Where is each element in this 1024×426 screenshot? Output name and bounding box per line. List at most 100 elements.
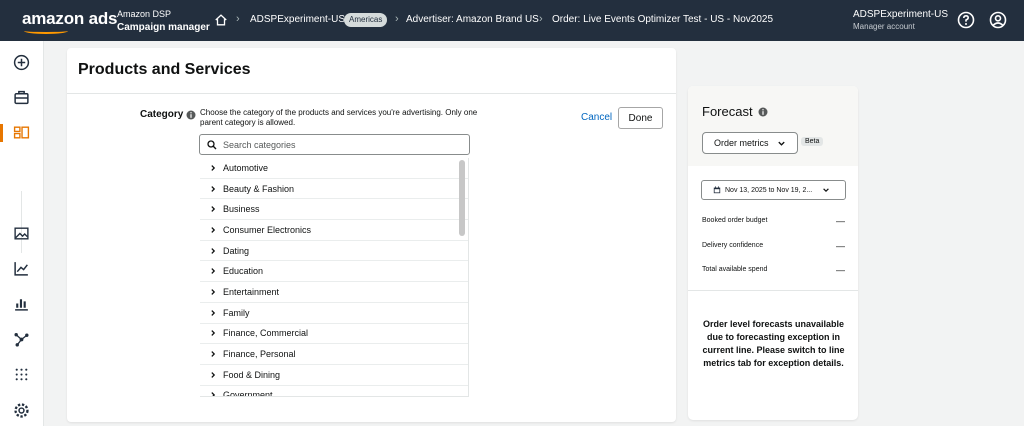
breadcrumb-separator: › <box>236 13 240 25</box>
settings-icon[interactable] <box>13 402 30 419</box>
help-icon[interactable] <box>957 11 975 29</box>
category-label: Category <box>140 109 184 120</box>
forecast-info-icon[interactable] <box>758 107 768 117</box>
chevron-down-icon <box>777 141 785 146</box>
account-name: ADSPExperiment-US <box>853 9 949 20</box>
left-sidebar <box>0 41 44 426</box>
chevron-right-icon <box>211 268 216 275</box>
nav-divider <box>21 191 22 253</box>
category-list-item[interactable]: Family <box>200 303 468 324</box>
logo-smile <box>24 28 68 34</box>
category-item-label: Education <box>223 266 264 277</box>
search-icon <box>207 139 217 149</box>
breadcrumb-order[interactable]: Order: Live Events Optimizer Test - US -… <box>552 14 773 25</box>
category-item-label: Beauty & Fashion <box>223 183 295 194</box>
category-list: Automotive Beauty & Fashion Business Consum… <box>200 158 469 397</box>
breadcrumb-separator: › <box>395 13 399 25</box>
category-list-item[interactable]: Business <box>200 199 468 221</box>
cancel-link[interactable]: Cancel <box>581 112 612 123</box>
forecast-unavailable-message: Order level forecasts unavailable due to… <box>702 319 845 368</box>
date-range-label: Nov 13, 2025 to Nov 19, 2... <box>725 186 813 194</box>
order-metrics-dropdown[interactable]: Order metrics <box>702 132 798 154</box>
chevron-down-icon <box>823 188 829 193</box>
plus-circle-icon[interactable] <box>13 54 30 71</box>
category-list-item[interactable]: Government <box>200 386 468 397</box>
campaign-icon[interactable] <box>13 124 30 141</box>
metric-label: Booked order budget <box>702 217 768 224</box>
metric-value: — <box>836 241 845 251</box>
metric-value: — <box>836 216 845 226</box>
category-item-label: Government <box>223 390 273 397</box>
search-input[interactable] <box>223 139 453 150</box>
category-item-label: Business <box>223 204 260 215</box>
category-list-item[interactable]: Education <box>200 261 468 283</box>
chevron-right-icon <box>211 206 216 213</box>
category-list-item[interactable]: Finance, Commercial <box>200 324 468 345</box>
category-list-item[interactable]: Entertainment <box>200 282 468 303</box>
forecast-title: Forecast <box>702 104 753 119</box>
metric-label: Total available spend <box>702 266 768 273</box>
chevron-right-icon <box>211 371 216 378</box>
briefcase-icon[interactable] <box>13 89 30 106</box>
image-icon[interactable] <box>13 225 30 242</box>
chevron-right-icon <box>211 392 216 396</box>
grid-icon[interactable] <box>13 366 30 383</box>
order-metrics-label: Order metrics <box>714 138 769 148</box>
metric-delivery-confidence: Delivery confidence — <box>702 241 847 251</box>
done-button[interactable]: Done <box>618 107 663 129</box>
product-name: Amazon DSP Campaign manager <box>117 7 210 35</box>
chevron-right-icon <box>211 247 216 254</box>
category-search-box[interactable] <box>199 134 470 155</box>
category-item-label: Family <box>223 307 250 318</box>
metric-total-available-spend: Total available spend — <box>702 265 847 275</box>
forecast-divider <box>688 290 858 291</box>
metric-value: — <box>836 265 845 275</box>
category-list-item[interactable]: Dating <box>200 241 468 262</box>
category-list-item[interactable]: Finance, Personal <box>200 344 468 365</box>
category-list-item[interactable]: Automotive <box>200 158 468 179</box>
category-list-scrollbar[interactable] <box>459 160 465 236</box>
breadcrumb-entity[interactable]: ADSPExperiment-US <box>250 14 345 25</box>
products-services-card: Products and Services Category Choose th… <box>67 48 676 422</box>
trend-icon[interactable] <box>13 260 30 277</box>
product-line-1: Amazon DSP <box>117 9 172 19</box>
metric-booked-order-budget: Booked order budget — <box>702 216 847 226</box>
user-icon[interactable] <box>989 11 1007 29</box>
amazon-ads-logo[interactable]: amazon ads <box>22 9 118 34</box>
product-line-2: Campaign manager <box>117 22 210 33</box>
account-switcher[interactable]: ADSPExperiment-US Manager account <box>853 9 948 33</box>
top-nav-bar: amazon ads Amazon DSP Campaign manager ›… <box>0 0 1024 41</box>
breadcrumb-separator: › <box>539 13 543 25</box>
chevron-right-icon <box>211 330 216 337</box>
logo-text: amazon ads <box>22 9 118 28</box>
category-item-label: Automotive <box>223 162 269 173</box>
breadcrumb-advertiser[interactable]: Advertiser: Amazon Brand US <box>406 14 539 25</box>
category-item-label: Finance, Personal <box>223 349 296 360</box>
forecast-header: Forecast Order metrics Beta <box>688 86 858 166</box>
network-icon[interactable] <box>13 331 30 348</box>
calendar-icon <box>713 186 721 194</box>
active-nav-indicator <box>0 124 3 142</box>
category-item-label: Entertainment <box>223 286 280 297</box>
bar-chart-icon[interactable] <box>13 295 30 312</box>
category-list-item[interactable]: Food & Dining <box>200 365 468 386</box>
category-item-label: Finance, Commercial <box>223 328 309 339</box>
category-list-item[interactable]: Consumer Electronics <box>200 220 468 241</box>
home-icon[interactable] <box>214 13 228 27</box>
category-list-item[interactable]: Beauty & Fashion <box>200 179 468 200</box>
chevron-right-icon <box>211 309 216 316</box>
category-help-text: Choose the category of the products and … <box>200 108 478 127</box>
chevron-right-icon <box>211 185 216 192</box>
category-item-label: Dating <box>223 245 250 256</box>
chevron-right-icon <box>211 164 216 171</box>
category-item-label: Consumer Electronics <box>223 224 312 235</box>
beta-badge: Beta <box>801 137 824 146</box>
info-icon[interactable] <box>186 110 196 120</box>
metric-label: Delivery confidence <box>702 242 764 249</box>
section-divider <box>67 93 676 94</box>
chevron-right-icon <box>211 351 216 357</box>
chevron-right-icon <box>211 227 216 233</box>
account-role: Manager account <box>853 22 915 31</box>
forecast-panel: Forecast Order metrics Beta Nov 13, 2025… <box>688 86 858 420</box>
date-range-picker[interactable]: Nov 13, 2025 to Nov 19, 2... <box>701 180 846 200</box>
